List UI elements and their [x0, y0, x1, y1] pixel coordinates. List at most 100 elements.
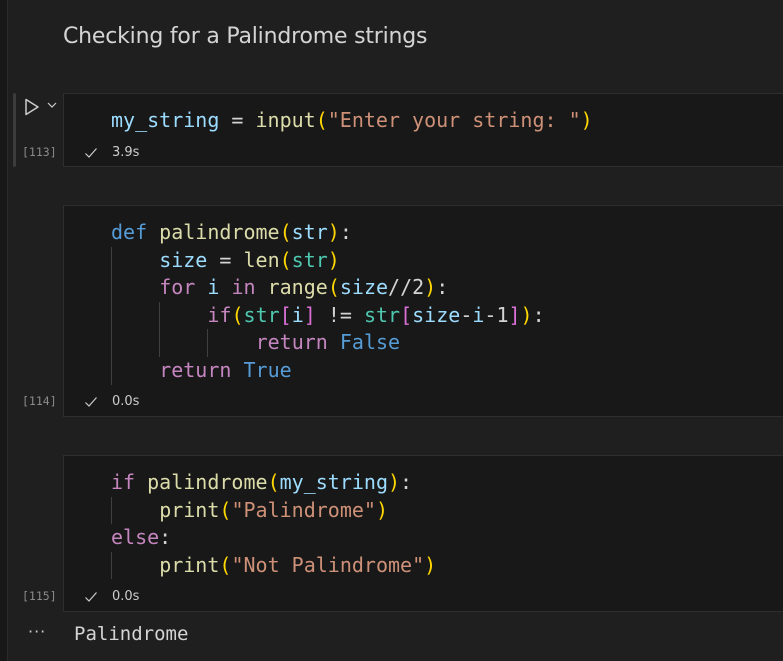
- code-token-bracket1: ): [424, 275, 437, 300]
- code-token-builtin: str: [291, 247, 328, 272]
- code-token-variable: i: [207, 275, 220, 300]
- code-cell[interactable]: my_string = input("Enter your string: ")…: [63, 93, 783, 167]
- indent-guide: [111, 329, 112, 357]
- code-token-plain: :: [532, 302, 545, 327]
- code-token-keyword: False: [339, 330, 401, 355]
- check-icon: [85, 396, 97, 407]
- code-token-bracket2: ]: [508, 302, 521, 327]
- code-token-plain: :: [159, 525, 172, 550]
- code-editor[interactable]: def palindrome(str): size = len(str) for i…: [111, 219, 545, 385]
- code-token-plain: -: [460, 302, 473, 327]
- execution-count: [114]: [22, 394, 57, 408]
- indent-guide: [111, 274, 112, 302]
- code-token-plain: :: [400, 470, 413, 494]
- code-token-string: "Not Palindrome": [231, 552, 425, 577]
- code-token-plain: //: [388, 275, 413, 300]
- code-token-bracket1: (: [279, 247, 292, 272]
- code-token-bracket1: (: [315, 108, 328, 132]
- code-token-variable: size: [159, 247, 208, 272]
- code-line: size = len(str): [111, 246, 545, 275]
- code-token-builtin: str: [243, 302, 280, 327]
- code-cell[interactable]: def palindrome(str): size = len(str) for i…: [63, 205, 783, 417]
- code-token-variable: my_string: [111, 108, 220, 132]
- code-token-control: in: [231, 275, 256, 300]
- code-token-function: palindrome: [159, 220, 280, 244]
- code-token-variable: size: [412, 302, 461, 327]
- code-cell[interactable]: if palindrome(my_string): print("Palindro…: [63, 455, 783, 612]
- code-token-bracket1: (: [231, 302, 244, 327]
- indent-guide: [159, 301, 161, 330]
- cell-status: 0.0s: [84, 589, 139, 604]
- cell-status: 3.9s: [84, 145, 139, 160]
- code-token-control: for: [159, 275, 196, 300]
- code-token-function: input: [255, 108, 316, 132]
- code-token-plain: :: [436, 275, 449, 300]
- code-token-bracket1: (: [267, 470, 280, 494]
- code-line: else:: [111, 524, 436, 552]
- cell-focus-indicator: [13, 93, 16, 167]
- code-token-bracket1: ): [387, 470, 401, 494]
- code-editor[interactable]: if palindrome(my_string): print("Palindro…: [111, 469, 436, 580]
- code-token-bracket1: (: [327, 275, 340, 300]
- notebook-left-gutter: [0, 0, 8, 661]
- code-line: my_string = input("Enter your string: "): [111, 107, 593, 135]
- code-editor[interactable]: my_string = input("Enter your string: "): [111, 107, 593, 135]
- code-token-bracket2: [: [400, 302, 413, 327]
- run-cell-icon[interactable]: [24, 98, 40, 116]
- code-token-control: if: [207, 302, 232, 327]
- code-token-control: return: [255, 330, 328, 355]
- code-line: print("Not Palindrome"): [111, 551, 436, 580]
- code-token-keyword: def: [111, 220, 148, 244]
- code-token-variable: i: [472, 302, 485, 327]
- code-line: return True: [111, 356, 545, 385]
- check-icon: [85, 591, 97, 602]
- code-token-plain: -: [484, 302, 497, 327]
- code-line: if(str[i] != str[size-i-1]):: [111, 301, 545, 330]
- output-more-actions-icon[interactable]: ···: [28, 622, 46, 641]
- code-token-bracket1: ): [580, 108, 593, 132]
- code-line: def palindrome(str):: [111, 219, 545, 247]
- execution-count: [115]: [22, 589, 57, 603]
- code-token-keyword: True: [243, 357, 292, 382]
- code-token-control: if: [111, 470, 136, 494]
- code-line: if palindrome(my_string):: [111, 469, 436, 497]
- code-token-string: "Enter your string: ": [327, 108, 581, 132]
- code-token-function: len: [243, 247, 280, 272]
- code-token-plain: 1: [496, 302, 509, 327]
- code-token-control: return: [159, 357, 232, 382]
- code-token-bracket2: [: [279, 302, 292, 327]
- code-token-variable: str: [291, 220, 328, 244]
- code-token-plain: 2: [412, 275, 425, 300]
- code-token-bracket1: (: [219, 497, 232, 522]
- code-token-control: else: [111, 525, 160, 550]
- execution-count: [113]: [22, 145, 57, 159]
- code-token-bracket1: ): [327, 247, 340, 272]
- code-token-variable: my_string: [279, 470, 388, 494]
- code-token-plain: =: [219, 108, 256, 132]
- cell-status: 0.0s: [84, 394, 139, 409]
- cell-output: Palindrome: [74, 623, 189, 645]
- indent-guide: [111, 301, 112, 330]
- indent-guide: [111, 496, 112, 525]
- markdown-heading: Checking for a Palindrome strings: [63, 24, 428, 49]
- code-token-plain: =: [207, 247, 244, 272]
- indent-guide: [111, 551, 112, 580]
- code-token-variable: i: [291, 302, 304, 327]
- code-token-function: print: [159, 552, 220, 577]
- code-line: return False: [111, 329, 545, 357]
- code-token-bracket1: ): [375, 497, 388, 522]
- code-token-plain: !=: [315, 302, 364, 327]
- indent-guide: [111, 356, 112, 385]
- execution-duration: 0.0s: [112, 394, 140, 409]
- execution-duration: 0.0s: [112, 589, 140, 604]
- indent-guide: [111, 246, 112, 275]
- chevron-down-icon[interactable]: [47, 101, 57, 109]
- code-token-function: range: [267, 275, 328, 300]
